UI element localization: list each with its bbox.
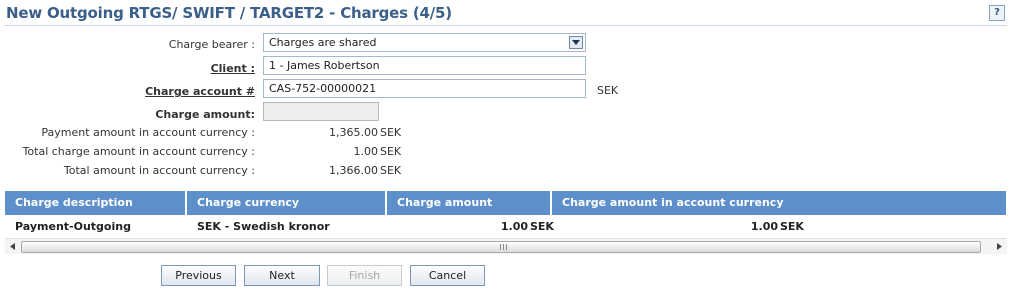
column-charge-description[interactable]: Charge description: [5, 191, 187, 215]
charge-bearer-select[interactable]: Charges are shared: [263, 33, 586, 52]
cancel-button[interactable]: Cancel: [410, 265, 485, 286]
help-button[interactable]: ?: [989, 5, 1005, 21]
charge-bearer-value: Charges are shared: [269, 36, 377, 49]
previous-button[interactable]: Previous: [161, 265, 236, 286]
payment-amount-value: 1,365.00: [329, 126, 378, 139]
charge-bearer-label: Charge bearer :: [168, 38, 255, 51]
total-amount-currency: SEK: [380, 164, 402, 177]
charge-account-field[interactable]: CAS-752-00000021: [263, 79, 586, 98]
scroll-left-icon[interactable]: [6, 241, 18, 252]
charge-account-label[interactable]: Charge account #: [145, 85, 255, 98]
client-field[interactable]: 1 - James Robertson: [263, 56, 586, 75]
horizontal-scrollbar[interactable]: [5, 238, 1007, 254]
total-amount-value: 1,366.00: [329, 164, 378, 177]
charge-amount-label: Charge amount:: [155, 108, 255, 121]
client-label[interactable]: Client :: [211, 62, 255, 75]
column-charge-amount-account[interactable]: Charge amount in account currency: [552, 191, 1006, 215]
chevron-down-icon[interactable]: [569, 36, 583, 49]
column-charge-amount[interactable]: Charge amount: [387, 191, 552, 215]
row-description: Payment-Outgoing: [15, 220, 131, 233]
grip-icon: [500, 244, 507, 250]
charges-grid-header: Charge description Charge currency Charg…: [5, 191, 1006, 215]
total-charge-value: 1.00: [353, 145, 379, 158]
page-title: New Outgoing RTGS/ SWIFT / TARGET2 - Cha…: [6, 4, 452, 22]
title-divider: [4, 25, 1007, 26]
row-amount: 1.00: [500, 220, 528, 233]
row-currency: SEK - Swedish kronor: [197, 220, 330, 233]
payment-amount-currency: SEK: [380, 126, 402, 139]
charge-account-currency: SEK: [597, 84, 619, 97]
row-amount-currency: SEK: [530, 220, 554, 233]
total-amount-label: Total amount in account currency :: [63, 164, 255, 177]
table-row[interactable]: Payment-Outgoing SEK - Swedish kronor 1.…: [5, 217, 1006, 237]
finish-button: Finish: [327, 265, 402, 286]
next-button[interactable]: Next: [244, 265, 320, 286]
row-account-amount: 1.00: [750, 220, 778, 233]
charge-amount-field: [263, 102, 379, 121]
row-account-currency: SEK: [780, 220, 804, 233]
payment-amount-label: Payment amount in account currency :: [41, 126, 255, 139]
scroll-right-icon[interactable]: [993, 241, 1005, 252]
scrollbar-thumb[interactable]: [21, 241, 981, 253]
column-charge-currency[interactable]: Charge currency: [187, 191, 387, 215]
total-charge-label: Total charge amount in account currency …: [22, 145, 255, 158]
total-charge-currency: SEK: [380, 145, 402, 158]
